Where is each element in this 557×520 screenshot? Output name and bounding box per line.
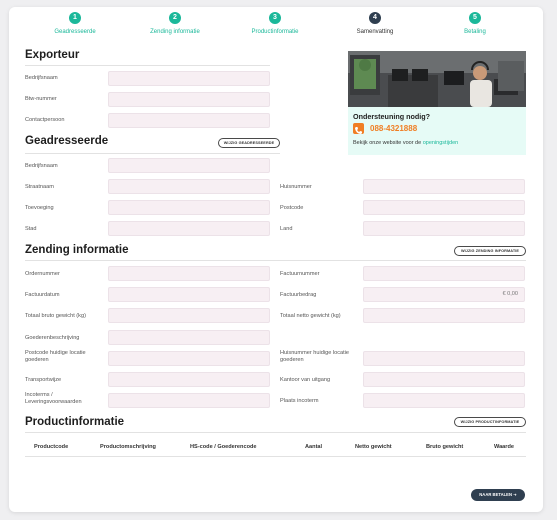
table-divider (25, 456, 526, 457)
step-geadresseerde[interactable]: 1 Geadresseerde (20, 12, 130, 35)
geadresseerde-bedrijfsnaam-input[interactable] (108, 158, 270, 173)
column-header: Waarde (494, 444, 514, 450)
factuurdatum-input[interactable] (108, 287, 270, 302)
edit-zending-button[interactable]: WIJZIG ZENDING INFORMATIE (454, 246, 526, 256)
plaats-incoterm-input[interactable] (363, 393, 525, 408)
form-card: 1 Geadresseerde 2 Zending informatie 3 P… (9, 7, 543, 512)
field-label: Land (280, 226, 293, 232)
phone-icon (353, 123, 364, 134)
field-label: Contactpersoon (25, 117, 65, 123)
divider (25, 153, 280, 154)
divider (25, 65, 270, 66)
transportwijze-input[interactable] (108, 372, 270, 387)
field-label: Btw-nummer (25, 96, 57, 102)
step-samenvatting[interactable]: 4 Samenvatting (320, 12, 430, 35)
factuurnummer-input[interactable] (363, 266, 525, 281)
step-number: 1 (69, 12, 81, 24)
column-header: Netto gewicht (355, 444, 392, 450)
postcode-locatie-input[interactable] (108, 351, 270, 366)
field-label: Ordernummer (25, 271, 60, 277)
column-header: Productcode (34, 444, 69, 450)
step-label: Productinformatie (251, 29, 299, 35)
toevoeging-input[interactable] (108, 200, 270, 215)
bedrijfsnaam-input[interactable] (108, 71, 270, 86)
btw-nummer-input[interactable] (108, 92, 270, 107)
section-title-productinformatie: Productinformatie (25, 416, 125, 428)
huisnummer-input[interactable] (363, 179, 525, 194)
stad-input[interactable] (108, 221, 270, 236)
divider (25, 432, 526, 433)
step-label: Betaling (464, 29, 486, 35)
support-panel: Ondersteuning nodig? 088-4321888 Bekijk … (348, 51, 526, 155)
field-label: Bedrijfsnaam (25, 75, 58, 81)
factuurbedrag-input[interactable]: € 0,00 (363, 287, 525, 302)
step-number: 4 (369, 12, 381, 24)
postcode-input[interactable] (363, 200, 525, 215)
next-button-label: NAAR BETALEN (479, 492, 513, 497)
field-label: Totaal netto gewicht (kg) (280, 313, 341, 319)
edit-geadresseerde-button[interactable]: WIJZIG GEADRESSEERDE (218, 138, 280, 148)
support-hint-text: Bekijk onze website voor de (353, 140, 423, 146)
field-label: Huisnummer huidige locatie goederen (280, 350, 350, 363)
arrow-right-icon: ➜ (513, 492, 517, 497)
field-label: Toevoeging (25, 205, 54, 211)
field-label: Goederenbeschrijving (25, 335, 80, 341)
step-productinformatie[interactable]: 3 Productinformatie (220, 12, 330, 35)
field-label: Factuurbedrag (280, 292, 317, 298)
totaal-netto-gewicht-input[interactable] (363, 308, 525, 323)
step-label: Zending informatie (150, 29, 200, 35)
field-label: Straatnaam (25, 184, 54, 190)
step-zending-informatie[interactable]: 2 Zending informatie (120, 12, 230, 35)
step-betaling[interactable]: 5 Betaling (420, 12, 530, 35)
land-input[interactable] (363, 221, 525, 236)
divider (25, 260, 526, 261)
section-title-exporteur: Exporteur (25, 49, 80, 61)
field-label: Factuurdatum (25, 292, 60, 298)
step-label: Geadresseerde (54, 29, 96, 35)
totaal-bruto-gewicht-input[interactable] (108, 308, 270, 323)
field-label: Factuurnummer (280, 271, 320, 277)
field-label: Bedrijfsnaam (25, 163, 58, 169)
column-header: Bruto gewicht (426, 444, 464, 450)
ordernummer-input[interactable] (108, 266, 270, 281)
field-label: Kantoor van uitgang (280, 377, 331, 383)
stepper: 1 Geadresseerde 2 Zending informatie 3 P… (9, 12, 543, 42)
support-hint: Bekijk onze website voor de openingstijd… (353, 140, 458, 146)
field-label: Incoterms / Leveringsvoorwaarden (25, 392, 82, 405)
section-title-geadresseerde: Geadresseerde (25, 135, 109, 147)
column-header: HS-code / Goederencode (190, 444, 257, 450)
kantoor-van-uitgang-input[interactable] (363, 372, 525, 387)
field-label: Huisnummer (280, 184, 312, 190)
huisnummer-locatie-input[interactable] (363, 351, 525, 366)
goederenbeschrijving-input[interactable] (108, 330, 270, 345)
support-phone[interactable]: 088-4321888 (370, 124, 417, 133)
support-photo (348, 51, 526, 107)
straatnaam-input[interactable] (108, 179, 270, 194)
naar-betalen-button[interactable]: NAAR BETALEN ➜ (471, 489, 525, 501)
field-label: Transportwijze (25, 377, 62, 383)
step-number: 5 (469, 12, 481, 24)
contactpersoon-input[interactable] (108, 113, 270, 128)
edit-product-button[interactable]: WIJZIG PRODUCTINFORMATIE (454, 417, 526, 427)
step-number: 3 (269, 12, 281, 24)
openingstijden-link[interactable]: openingstijden (423, 140, 458, 146)
column-header: Aantal (305, 444, 323, 450)
section-title-zending-informatie: Zending informatie (25, 244, 129, 256)
support-title: Ondersteuning nodig? (353, 112, 431, 121)
field-label: Plaats incoterm (280, 398, 319, 404)
field-label: Postcode (280, 205, 304, 211)
column-header: Productomschrijving (100, 444, 156, 450)
field-label: Stad (25, 226, 37, 232)
field-label: Totaal bruto gewicht (kg) (25, 313, 86, 319)
field-label: Postcode huidige locatie goederen (25, 350, 86, 363)
step-label: Samenvatting (356, 29, 394, 35)
incoterms-input[interactable] (108, 393, 270, 408)
step-number: 2 (169, 12, 181, 24)
